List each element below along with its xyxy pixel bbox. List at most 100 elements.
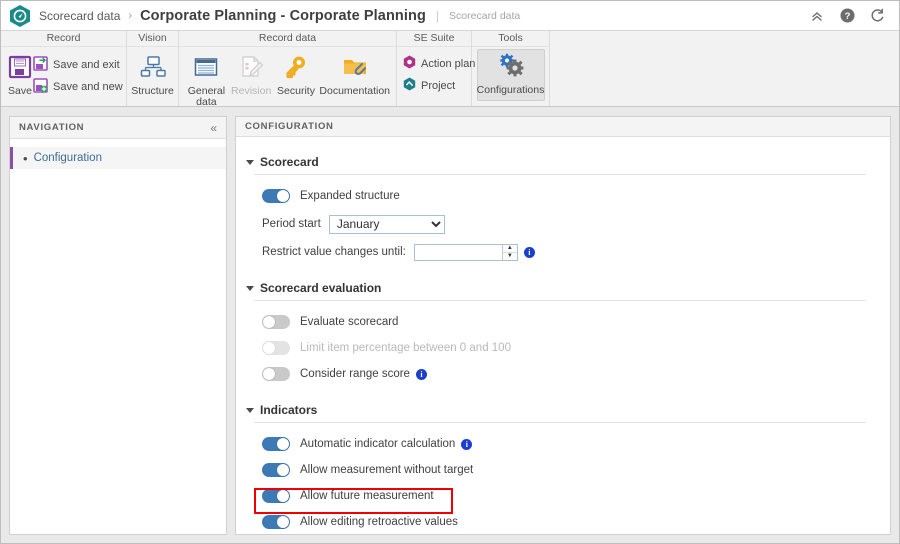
toggle-expanded-structure[interactable] bbox=[262, 189, 290, 204]
period-start-label: Period start bbox=[262, 218, 321, 231]
restrict-value-changes-label: Restrict value changes until: bbox=[262, 246, 406, 259]
section-indicators-caret-icon[interactable] bbox=[246, 407, 254, 413]
project-label: Project bbox=[421, 79, 456, 92]
restrict-value-changes-input[interactable] bbox=[414, 244, 502, 260]
toggle-allow-future-measurement-label: Allow future measurement bbox=[300, 490, 434, 503]
toggle-limit-item-percentage bbox=[262, 341, 290, 356]
navigation-title: NAVIGATION bbox=[19, 122, 85, 133]
project-button[interactable]: Project bbox=[403, 77, 475, 94]
org-structure-icon bbox=[140, 54, 166, 83]
documentation-button[interactable]: Documentation bbox=[319, 51, 390, 97]
collapse-ribbon-icon[interactable] bbox=[809, 8, 825, 24]
refresh-icon[interactable] bbox=[869, 8, 885, 24]
bullet-icon: • bbox=[23, 150, 28, 166]
section-divider bbox=[254, 422, 866, 424]
toggle-evaluate-scorecard[interactable] bbox=[262, 315, 290, 330]
application-window: Scorecard data › Corporate Planning - Co… bbox=[0, 0, 900, 544]
row-evaluate-scorecard: Evaluate scorecard bbox=[246, 311, 866, 333]
breadcrumb-root[interactable]: Scorecard data bbox=[39, 9, 120, 23]
revision-button: Revision bbox=[230, 51, 273, 97]
breadcrumb-divider: | bbox=[435, 8, 440, 23]
ribbon-group-se-suite-title: SE Suite bbox=[397, 31, 471, 47]
breadcrumb-separator-icon: › bbox=[128, 9, 133, 22]
toggle-expanded-structure-label: Expanded structure bbox=[300, 190, 400, 203]
key-icon bbox=[283, 54, 309, 83]
row-expanded-structure: Expanded structure bbox=[246, 185, 866, 207]
ribbon-group-vision: Vision Structure bbox=[127, 31, 179, 106]
record-small-buttons: Save and exit Save and new bbox=[33, 51, 123, 96]
save-and-new-button[interactable]: Save and new bbox=[33, 78, 123, 96]
ribbon-toolbar: Record Save Save and exit Save and new V… bbox=[1, 31, 899, 108]
action-plan-button[interactable]: Action plan bbox=[403, 55, 475, 72]
stepper-up-icon[interactable]: ▲ bbox=[502, 245, 517, 253]
save-new-icon bbox=[33, 78, 48, 96]
configurations-button-label: Configurations bbox=[476, 84, 545, 96]
navigation-header: NAVIGATION « bbox=[10, 117, 226, 139]
section-scorecard-title: Scorecard bbox=[260, 155, 319, 170]
info-icon-automatic-indicator-calculation[interactable]: i bbox=[461, 438, 473, 450]
period-start-select[interactable]: January bbox=[328, 214, 445, 234]
ribbon-group-tools-title: Tools bbox=[472, 31, 549, 47]
configurations-button[interactable]: Configurations bbox=[476, 49, 545, 101]
ribbon-group-record-data-title: Record data bbox=[179, 31, 396, 47]
toggle-automatic-indicator-calculation[interactable] bbox=[262, 437, 290, 452]
section-scorecard-caret-icon[interactable] bbox=[246, 159, 254, 165]
window-table-icon bbox=[193, 54, 219, 83]
row-automatic-indicator-calculation: Automatic indicator calculation i bbox=[246, 433, 866, 455]
section-indicators-title: Indicators bbox=[260, 403, 318, 418]
toggle-allow-editing-retroactive-values[interactable] bbox=[262, 515, 290, 530]
action-plan-hexagon-icon bbox=[403, 55, 416, 72]
toggle-allow-measurement-without-target-label: Allow measurement without target bbox=[300, 464, 474, 477]
row-allow-measurement-without-target: Allow measurement without target bbox=[246, 459, 866, 481]
svg-text:?: ? bbox=[844, 11, 850, 22]
gears-icon bbox=[496, 53, 526, 82]
row-restrict-value-changes: Restrict value changes until: ▲ ▼ i bbox=[246, 241, 866, 263]
configuration-header: CONFIGURATION bbox=[236, 117, 890, 138]
folder-paperclip-icon bbox=[342, 54, 368, 83]
section-indicators: Indicators Automatic indicator calculati… bbox=[246, 403, 866, 534]
ribbon-group-record-data: Record data General data Revision Securi… bbox=[179, 31, 397, 108]
row-limit-item-percentage: Limit item percentage between 0 and 100 bbox=[246, 337, 866, 359]
sidebar-item-configuration[interactable]: • Configuration bbox=[10, 147, 226, 169]
row-consider-range-score: Consider range score i bbox=[246, 363, 866, 385]
section-divider bbox=[254, 300, 866, 302]
stepper-down-icon[interactable]: ▼ bbox=[503, 253, 517, 260]
toggle-limit-item-percentage-label: Limit item percentage between 0 and 100 bbox=[300, 342, 511, 355]
toggle-allow-measurement-without-target[interactable] bbox=[262, 463, 290, 478]
toggle-allow-future-measurement[interactable] bbox=[262, 489, 290, 504]
project-hexagon-icon bbox=[403, 77, 416, 94]
top-right-actions: ? bbox=[809, 8, 891, 24]
save-button[interactable]: Save bbox=[7, 51, 33, 97]
configuration-title: CONFIGURATION bbox=[245, 121, 334, 133]
toggle-consider-range-score[interactable] bbox=[262, 367, 290, 382]
save-and-new-label: Save and new bbox=[53, 81, 123, 93]
toggle-evaluate-scorecard-label: Evaluate scorecard bbox=[300, 316, 399, 329]
ribbon-group-vision-title: Vision bbox=[127, 31, 178, 47]
row-period-start: Period start January bbox=[246, 213, 866, 235]
save-exit-icon bbox=[33, 56, 48, 74]
toggle-allow-editing-retroactive-values-label: Allow editing retroactive values bbox=[300, 516, 458, 529]
save-and-exit-button[interactable]: Save and exit bbox=[33, 56, 123, 74]
security-button[interactable]: Security bbox=[275, 51, 318, 97]
ribbon-group-record: Record Save Save and exit Save and new bbox=[1, 31, 127, 106]
toggle-consider-range-score-label: Consider range score bbox=[300, 368, 410, 381]
structure-button[interactable]: Structure bbox=[131, 51, 174, 97]
content-area: NAVIGATION « • Configuration CONFIGURATI… bbox=[1, 108, 899, 543]
section-scorecard-evaluation-caret-icon[interactable] bbox=[246, 285, 254, 291]
info-icon-consider-range-score[interactable]: i bbox=[415, 368, 427, 380]
stepper-buttons[interactable]: ▲ ▼ bbox=[501, 244, 517, 260]
document-pencil-icon bbox=[238, 54, 264, 83]
row-allow-future-measurement: Allow future measurement bbox=[246, 485, 866, 507]
restrict-value-changes-stepper[interactable]: ▲ ▼ bbox=[413, 243, 518, 261]
collapse-navigation-icon[interactable]: « bbox=[210, 122, 217, 134]
breadcrumb-context: Scorecard data bbox=[449, 9, 521, 22]
save-button-label: Save bbox=[8, 85, 32, 97]
sidebar-item-label: Configuration bbox=[33, 152, 102, 164]
toggle-automatic-indicator-calculation-label: Automatic indicator calculation bbox=[300, 438, 456, 451]
help-icon[interactable]: ? bbox=[839, 8, 855, 24]
general-data-button[interactable]: General data bbox=[185, 51, 228, 108]
info-icon-restrict-value-changes[interactable]: i bbox=[523, 246, 535, 258]
revision-button-label: Revision bbox=[231, 85, 272, 97]
section-scorecard-evaluation: Scorecard evaluation Evaluate scorecard … bbox=[246, 281, 866, 385]
ribbon-group-se-suite: SE Suite Action plan Project bbox=[397, 31, 475, 106]
